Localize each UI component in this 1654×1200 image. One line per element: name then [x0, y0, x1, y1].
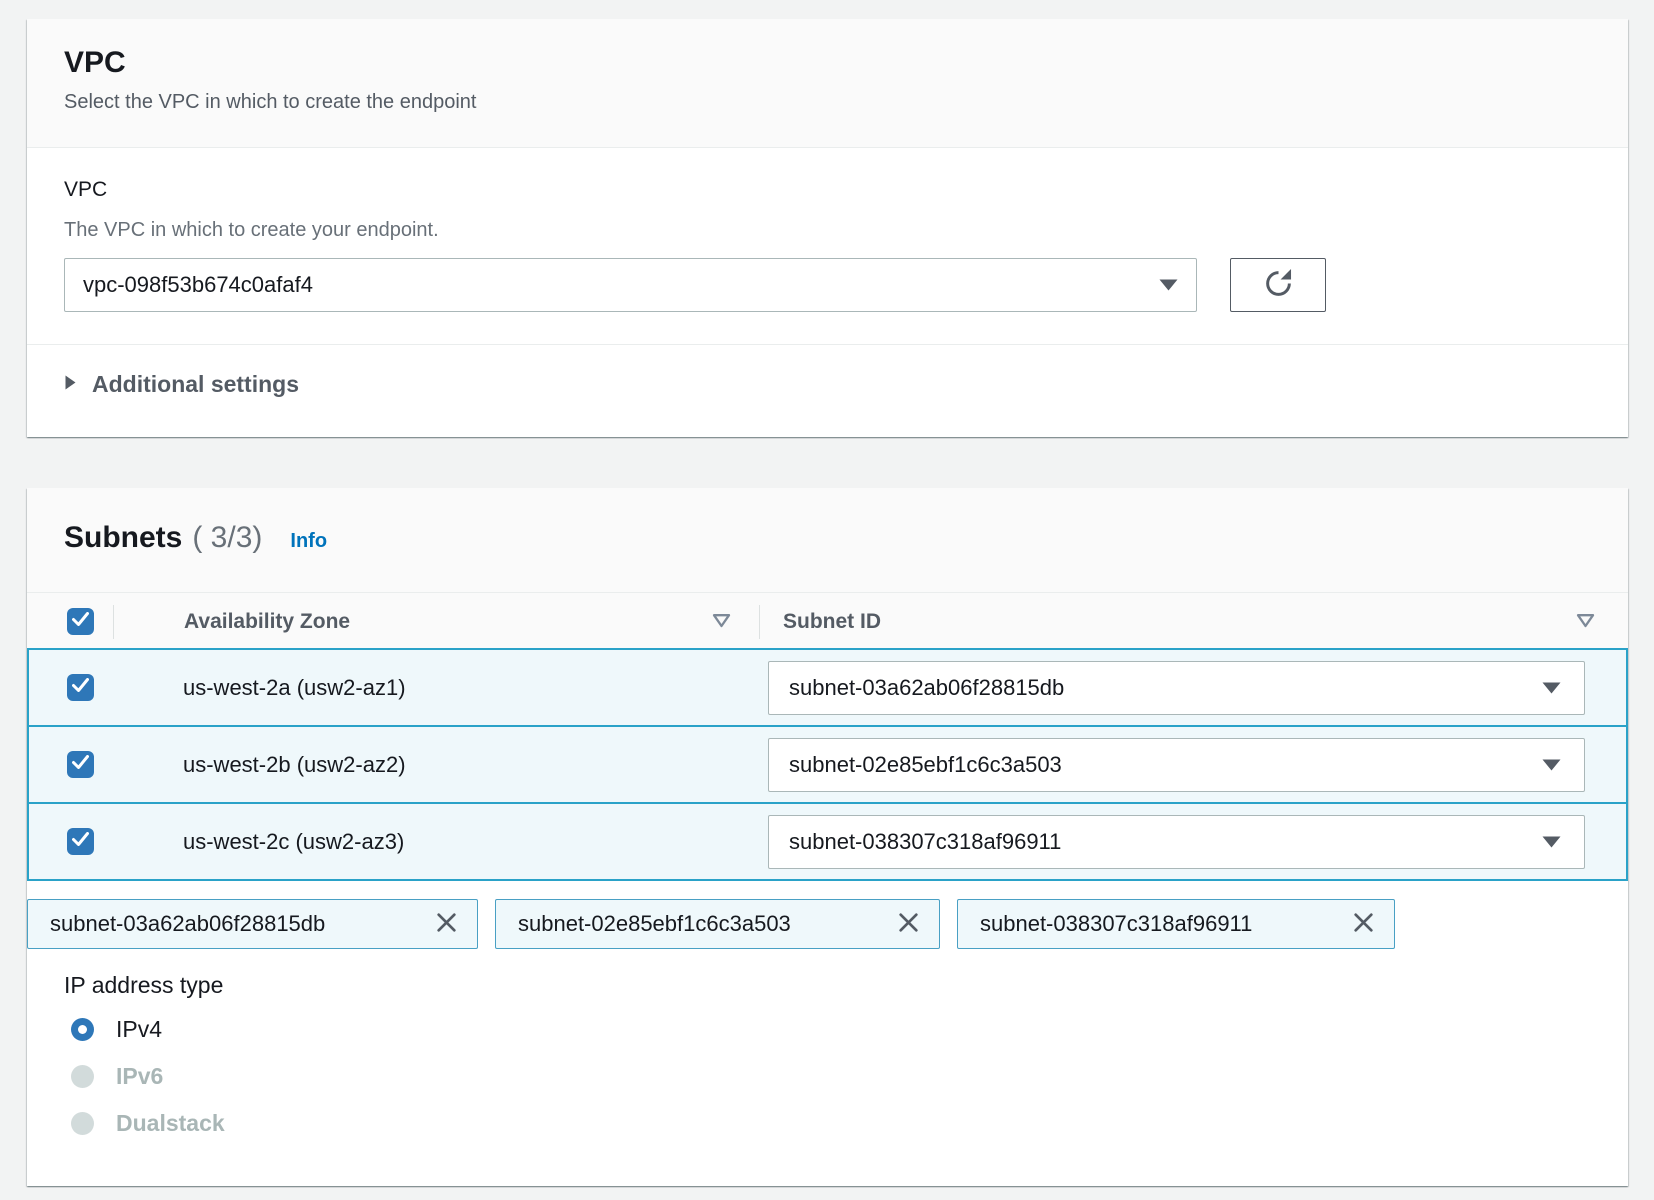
check-icon — [72, 678, 89, 697]
radio-button-disabled — [71, 1065, 94, 1088]
subnets-card-header: Subnets ( 3/3) Info — [27, 488, 1628, 593]
subnets-card-title: Subnets — [64, 518, 182, 558]
subnet-token-label: subnet-02e85ebf1c6c3a503 — [518, 911, 791, 937]
ip-option-dualstack: Dualstack — [64, 1108, 1591, 1138]
availability-zone-value: us-west-2b (usw2-az2) — [183, 752, 406, 778]
vpc-card-header: VPC Select the VPC in which to create th… — [27, 19, 1628, 148]
close-icon — [434, 910, 459, 938]
ip-address-type-label: IP address type — [64, 971, 1591, 999]
subnet-token: subnet-03a62ab06f28815db — [27, 899, 478, 949]
subnets-section-card: Subnets ( 3/3) Info Availability Zone Su… — [27, 488, 1628, 1186]
subnet-id-select[interactable]: subnet-03a62ab06f28815db — [768, 661, 1585, 715]
check-icon — [72, 612, 89, 631]
vpc-section-card: VPC Select the VPC in which to create th… — [27, 19, 1628, 437]
vpc-select[interactable]: vpc-098f53b674c0afaf4 — [64, 258, 1197, 312]
subnets-table-header: Availability Zone Subnet ID — [27, 593, 1628, 650]
subnet-id-column-header: Subnet ID — [783, 610, 881, 634]
sort-subnet-id-button[interactable] — [1576, 613, 1595, 631]
availability-zone-value: us-west-2a (usw2-az1) — [183, 675, 406, 701]
close-icon — [896, 910, 921, 938]
caret-right-icon — [64, 374, 77, 396]
subnet-id-select-value: subnet-02e85ebf1c6c3a503 — [789, 752, 1062, 778]
row-checkbox[interactable] — [67, 828, 94, 855]
ip-option-ipv6: IPv6 — [64, 1061, 1591, 1091]
vpc-card-description: Select the VPC in which to create the en… — [64, 90, 1591, 114]
sort-icon — [1576, 613, 1595, 631]
close-icon — [1351, 910, 1376, 938]
row-checkbox[interactable] — [67, 751, 94, 778]
caret-down-icon — [1158, 272, 1179, 298]
additional-settings-toggle[interactable]: Additional settings — [64, 371, 1591, 398]
table-row: us-west-2c (usw2-az3) subnet-038307c318a… — [27, 802, 1628, 881]
subnet-token: subnet-02e85ebf1c6c3a503 — [495, 899, 940, 949]
subnets-selected-count: ( 3/3) — [192, 521, 262, 555]
table-row: us-west-2b (usw2-az2) subnet-02e85ebf1c6… — [27, 725, 1628, 804]
table-row: us-west-2a (usw2-az1) subnet-03a62ab06f2… — [27, 648, 1628, 727]
remove-token-button[interactable] — [434, 910, 459, 938]
vpc-field-label: VPC — [64, 178, 1591, 202]
check-icon — [72, 832, 89, 851]
subnet-id-select[interactable]: subnet-038307c318af96911 — [768, 815, 1585, 869]
remove-token-button[interactable] — [1351, 910, 1376, 938]
availability-zone-column-header: Availability Zone — [184, 610, 350, 634]
caret-down-icon — [1541, 829, 1562, 855]
sort-icon — [712, 613, 731, 631]
subnet-id-select-value: subnet-03a62ab06f28815db — [789, 675, 1064, 701]
subnet-token: subnet-038307c318af96911 — [957, 899, 1395, 949]
info-link[interactable]: Info — [290, 530, 327, 553]
subnet-id-select[interactable]: subnet-02e85ebf1c6c3a503 — [768, 738, 1585, 792]
refresh-icon — [1263, 268, 1294, 302]
select-all-checkbox[interactable] — [67, 608, 94, 635]
vpc-field-help: The VPC in which to create your endpoint… — [64, 218, 1591, 242]
subnet-token-label: subnet-03a62ab06f28815db — [50, 911, 325, 937]
selected-subnet-tokens: subnet-03a62ab06f28815db subnet-02e85ebf… — [27, 899, 1628, 949]
additional-settings-label: Additional settings — [92, 371, 299, 398]
caret-down-icon — [1541, 752, 1562, 778]
radio-button-selected[interactable] — [71, 1018, 94, 1041]
check-icon — [72, 755, 89, 774]
ip-address-type-section: IP address type IPv4 IPv6 Dualstack — [27, 949, 1628, 1138]
radio-label: Dualstack — [116, 1110, 225, 1137]
availability-zone-value: us-west-2c (usw2-az3) — [183, 829, 404, 855]
radio-label: IPv4 — [116, 1016, 162, 1043]
ip-option-ipv4: IPv4 — [64, 1014, 1591, 1044]
remove-token-button[interactable] — [896, 910, 921, 938]
vpc-card-footer: Additional settings — [27, 344, 1628, 437]
sort-availability-zone-button[interactable] — [712, 613, 731, 631]
subnet-id-select-value: subnet-038307c318af96911 — [789, 829, 1061, 855]
caret-down-icon — [1541, 675, 1562, 701]
vpc-card-body: VPC The VPC in which to create your endp… — [27, 148, 1628, 312]
subnet-token-label: subnet-038307c318af96911 — [980, 911, 1252, 937]
radio-label: IPv6 — [116, 1063, 163, 1090]
row-checkbox[interactable] — [67, 674, 94, 701]
vpc-select-value: vpc-098f53b674c0afaf4 — [83, 272, 313, 298]
radio-button-disabled — [71, 1112, 94, 1135]
vpc-card-title: VPC — [64, 45, 1591, 81]
refresh-button[interactable] — [1230, 258, 1326, 312]
